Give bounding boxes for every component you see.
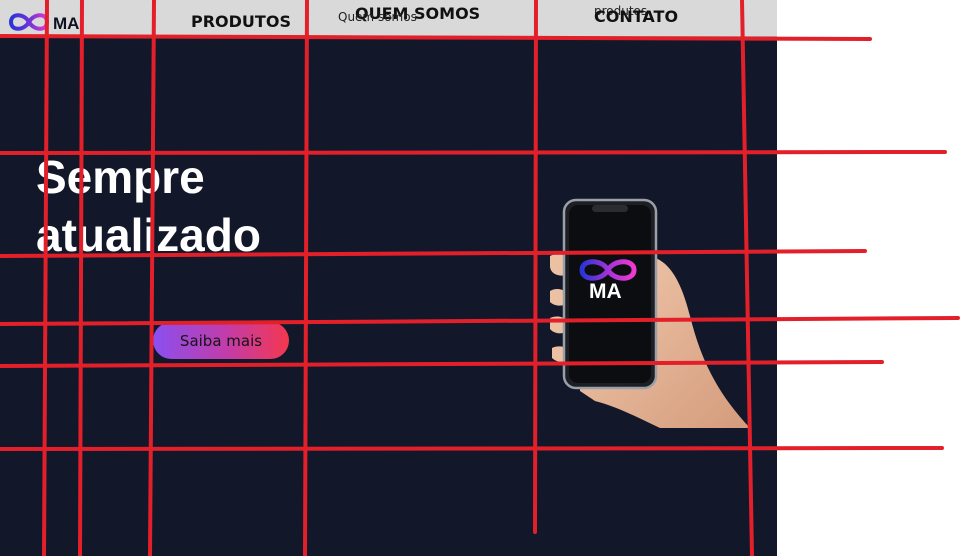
navbar: MA PRODUTOS QUEM SOMOS Quem somos produt… xyxy=(0,0,777,37)
nav-link-produtos[interactable]: PRODUTOS xyxy=(191,12,291,31)
phone-notch xyxy=(592,205,628,212)
hero-title: Sempre atualizado xyxy=(36,148,316,264)
page-canvas: MA PRODUTOS QUEM SOMOS Quem somos produt… xyxy=(0,0,777,556)
site-logo[interactable]: MA xyxy=(8,10,83,33)
infinity-logo-icon xyxy=(8,13,50,31)
phone-logo-text: MA xyxy=(589,280,622,303)
hero-title-line-2: atualizado xyxy=(36,209,261,261)
hero-title-line-1: Sempre xyxy=(36,151,205,203)
phone-in-hand-illustration xyxy=(550,198,750,428)
overlapping-label-quem-somos: Quem somos xyxy=(338,10,417,24)
logo-text: MA xyxy=(53,14,80,33)
nav-link-contato[interactable]: CONTATO xyxy=(594,7,678,26)
saiba-mais-button[interactable]: Saiba mais xyxy=(153,322,289,359)
